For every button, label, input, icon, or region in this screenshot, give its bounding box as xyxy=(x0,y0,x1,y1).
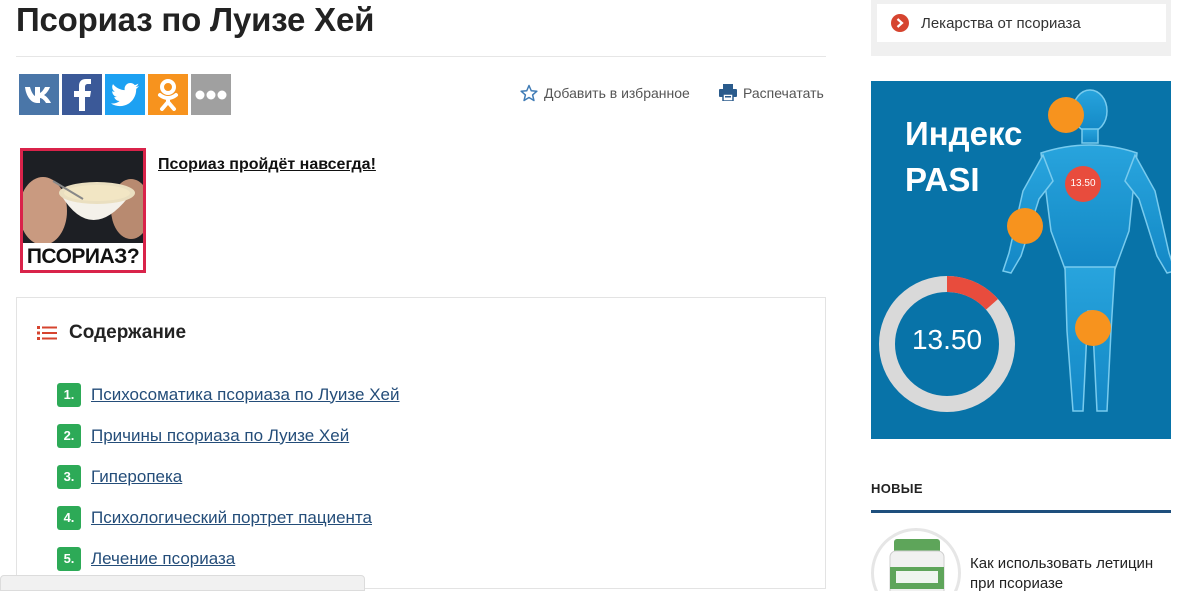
toc-title: Содержание xyxy=(69,322,187,343)
promo-image[interactable]: ПСОРИАЗ? xyxy=(20,148,146,273)
odnoklassniki-icon xyxy=(158,78,178,111)
pasi-gauge-value: 13.50 xyxy=(911,324,983,355)
toc-item-link[interactable]: Психологический портрет пациента xyxy=(91,508,372,528)
table-of-contents: Содержание 1. Психосоматика псориаза по … xyxy=(16,297,826,589)
printer-icon xyxy=(719,84,737,101)
pasi-chest-value: 13.50 xyxy=(1070,178,1096,189)
share-twitter-button[interactable] xyxy=(105,74,145,115)
toc-item-link[interactable]: Лечение псориаза xyxy=(91,549,235,569)
toc-item[interactable]: 5. Лечение псориаза xyxy=(57,538,400,579)
add-to-favorites-label: Добавить в избранное xyxy=(544,85,690,101)
title-divider xyxy=(16,56,826,57)
news-item-title[interactable]: Как использовать летицин при псориазе xyxy=(970,554,1170,591)
more-icon xyxy=(195,90,227,99)
print-label: Распечатать xyxy=(743,84,824,101)
pasi-title-line1: Индекс xyxy=(905,115,1023,152)
toc-header[interactable]: Содержание xyxy=(37,322,186,344)
toc-item-number: 4. xyxy=(57,505,81,530)
toc-item-number: 3. xyxy=(57,464,81,489)
pasi-title-line2: PASI xyxy=(905,161,980,198)
facebook-icon xyxy=(74,78,91,111)
news-heading: НОВЫЕ xyxy=(871,481,923,496)
sidebar-item-label: Лекарства от псориаза xyxy=(921,14,1081,32)
news-divider xyxy=(871,510,1171,513)
twitter-icon xyxy=(111,82,139,106)
add-to-favorites-button[interactable]: Добавить в избранное xyxy=(520,84,690,102)
promo-link[interactable]: Псориаз пройдёт навсегда! xyxy=(158,156,376,174)
lecithin-jar-image xyxy=(889,539,945,591)
news-thumbnail[interactable] xyxy=(871,528,961,591)
toc-item-link[interactable]: Причины псориаза по Луизе Хей xyxy=(91,426,349,446)
promo-image-caption: ПСОРИАЗ? xyxy=(23,243,143,270)
promo-photo xyxy=(23,151,143,243)
print-button[interactable]: Распечатать xyxy=(719,84,824,101)
star-icon xyxy=(520,84,538,102)
toc-item[interactable]: 1. Психосоматика псориаза по Луизе Хей xyxy=(57,374,400,415)
toc-item-link[interactable]: Гиперопека xyxy=(91,467,182,487)
pasi-title: Индекс PASI xyxy=(905,111,1022,203)
share-vk-button[interactable] xyxy=(19,74,59,115)
toc-item-link[interactable]: Психосоматика псориаза по Луизе Хей xyxy=(91,385,400,405)
bottom-overlay-bar[interactable] xyxy=(0,575,365,591)
share-odnoklassniki-button[interactable] xyxy=(148,74,188,115)
chevron-right-icon xyxy=(891,14,909,32)
page-title: Псориаз по Луизе Хей xyxy=(16,1,375,38)
toc-item[interactable]: 4. Психологический портрет пациента xyxy=(57,497,400,538)
share-more-button[interactable] xyxy=(191,74,231,115)
toc-list: 1. Психосоматика псориаза по Луизе Хей 2… xyxy=(57,374,400,579)
toc-item-number: 5. xyxy=(57,546,81,571)
list-icon xyxy=(37,326,57,340)
sidebar-item-psoriasis-drugs[interactable]: Лекарства от псориаза xyxy=(877,4,1166,42)
pasi-banner[interactable]: Индекс PASI 13.50 13.50 xyxy=(871,81,1171,439)
toc-item[interactable]: 2. Причины псориаза по Луизе Хей xyxy=(57,415,400,456)
toc-item[interactable]: 3. Гиперопека xyxy=(57,456,400,497)
share-facebook-button[interactable] xyxy=(62,74,102,115)
toc-item-number: 2. xyxy=(57,423,81,448)
share-buttons xyxy=(19,74,231,115)
toc-item-number: 1. xyxy=(57,382,81,407)
vk-icon xyxy=(25,86,51,103)
sidebar-menu: Лекарства от псориаза xyxy=(871,0,1171,56)
